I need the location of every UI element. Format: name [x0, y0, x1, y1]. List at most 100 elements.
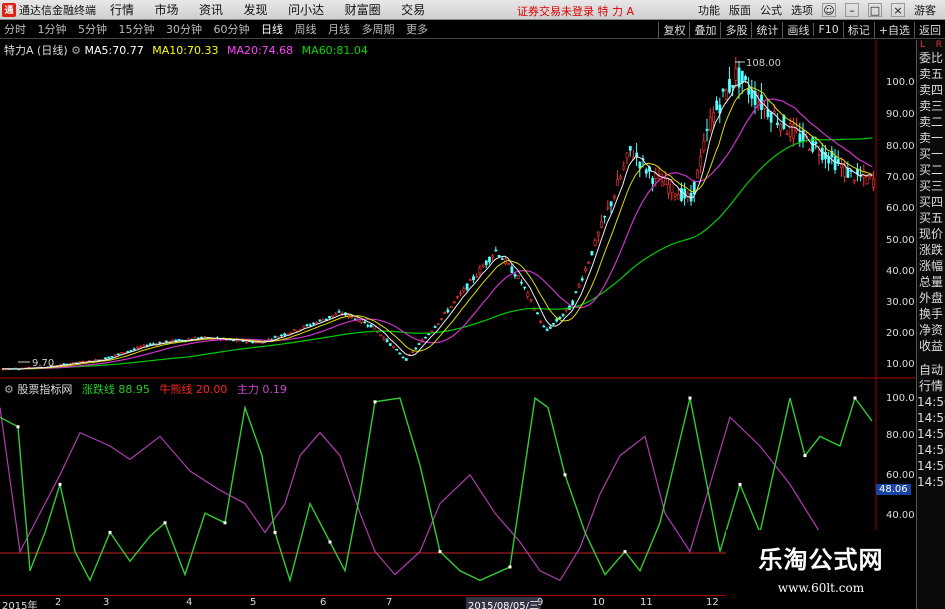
candle-body — [456, 296, 459, 298]
sidebar-item[interactable]: 卖五 — [917, 66, 945, 82]
sidebar-item[interactable]: 买三 — [917, 178, 945, 194]
sidebar-item[interactable]: 换手 — [917, 306, 945, 322]
candle-body — [414, 347, 418, 350]
candle-body — [113, 354, 117, 357]
sidebar-item[interactable]: 委比 — [917, 50, 945, 66]
candle-body — [324, 318, 328, 321]
rise-fall-label: 涨跌线 — [81, 383, 115, 396]
indicator-name[interactable]: 股票指标网 — [17, 383, 72, 396]
signal-dot — [328, 540, 332, 544]
candle-body — [776, 122, 779, 126]
sidebar-item[interactable]: 买二 — [917, 162, 945, 178]
date-label: 12 — [706, 597, 719, 608]
sidebar-right-toggle[interactable]: R — [936, 40, 942, 50]
candle-body — [667, 184, 671, 194]
chart-canvas[interactable]: 108.00 9.70 — [0, 0, 916, 609]
sidebar-item[interactable]: 卖四 — [917, 82, 945, 98]
high-label: 108.00 — [746, 58, 781, 69]
candle-body — [526, 292, 530, 297]
candle-body — [817, 154, 821, 156]
sidebar-item[interactable]: 14:50 — [917, 394, 945, 410]
ma20-label: MA20: — [226, 44, 262, 57]
ma5-value: 70.77 — [112, 44, 144, 57]
rise-fall-value: 88.95 — [118, 383, 150, 396]
settings-icon[interactable]: ⚙ — [71, 44, 81, 57]
sidebar-item[interactable]: 买四 — [917, 194, 945, 210]
ma60-value: 81.04 — [336, 44, 368, 57]
sidebar-item[interactable]: 14:50 — [917, 458, 945, 474]
main-force-label: 主力 — [236, 383, 259, 396]
sidebar-item[interactable]: 涨跌 — [917, 242, 945, 258]
date-label: 2 — [55, 597, 62, 608]
date-label: 4 — [186, 597, 193, 608]
sidebar-left-toggle[interactable]: L — [920, 40, 925, 50]
signal-dot — [108, 530, 112, 534]
candle-body — [334, 313, 338, 316]
sidebar-item[interactable]: 涨幅 — [917, 258, 945, 274]
candle-body — [382, 337, 386, 340]
sidebar-item[interactable]: 卖二 — [917, 114, 945, 130]
candle-body — [203, 336, 207, 338]
candle-body — [478, 267, 482, 274]
candle-body — [468, 279, 472, 281]
candle-body — [680, 188, 683, 201]
sidebar-item[interactable]: 总量 — [917, 274, 945, 290]
date-label: 10 — [592, 597, 605, 608]
sidebar-item[interactable]: 卖一 — [917, 130, 945, 146]
indicator-tick: 80.00 — [886, 430, 915, 441]
candle-body — [462, 288, 466, 292]
sidebar-item[interactable]: 净资 — [917, 322, 945, 338]
candle-body — [424, 336, 427, 339]
candle-body — [852, 179, 856, 183]
sidebar-item[interactable]: 外盘 — [917, 290, 945, 306]
indicator-tick: 60.00 — [886, 470, 915, 481]
date-label: 3 — [103, 597, 110, 608]
candle-body — [366, 325, 370, 327]
candle-body — [728, 79, 731, 93]
sidebar-list: 委比 卖五 卖四 卖三 卖二 卖一 买一 买二 买三 买四 买五 现价 涨跌 涨幅 总量 外盘 换手 净资 收益自动… — [917, 50, 945, 490]
crosshair-value-tag: 48.06 — [876, 484, 911, 495]
candle-body — [280, 334, 283, 337]
candle-body — [625, 152, 629, 159]
watermark-url: www.60lt.com — [777, 581, 865, 595]
candle-body — [715, 100, 719, 110]
price-tick: 60.00 — [886, 203, 915, 214]
user-label[interactable]: 游客 — [914, 2, 936, 18]
sidebar-item[interactable]: 行情 — [917, 378, 945, 394]
price-tick: 100.0 — [886, 77, 915, 88]
sidebar-item[interactable]: 卖三 — [917, 98, 945, 114]
main-force-value: 0.19 — [262, 383, 287, 396]
candle-body — [459, 292, 463, 295]
candle-body — [433, 326, 437, 328]
candle-body — [472, 276, 475, 281]
candle-body — [363, 321, 367, 324]
candle-body — [814, 141, 818, 145]
sidebar-item[interactable]: 现价 — [917, 226, 945, 242]
sidebar-item[interactable]: 14:50 — [917, 410, 945, 426]
candle-body — [292, 328, 296, 331]
ma20-value: 74.68 — [261, 44, 294, 57]
candle-body — [452, 301, 456, 303]
candle-body — [395, 348, 399, 351]
candle-body — [500, 258, 504, 260]
candle-body — [619, 176, 623, 179]
indicator-settings-icon[interactable]: ⚙ — [4, 383, 14, 396]
sidebar-item[interactable]: 收益 — [917, 338, 945, 354]
sidebar-item[interactable]: 14:50 — [917, 474, 945, 490]
candle-body — [555, 318, 559, 322]
candle-body — [552, 323, 555, 325]
candle-body — [481, 265, 485, 268]
candle-body — [302, 325, 306, 329]
low-label: 9.70 — [32, 358, 54, 369]
sidebar-item[interactable]: 买一 — [917, 146, 945, 162]
sidebar-lr[interactable]: L R — [917, 40, 945, 50]
date-label: 11 — [640, 597, 653, 608]
candle-body — [571, 300, 575, 305]
sidebar-item[interactable]: 买五 — [917, 210, 945, 226]
ma60-label: MA60: — [301, 44, 337, 57]
candle-body — [164, 340, 168, 343]
sidebar-item[interactable]: 14:50 — [917, 426, 945, 442]
tool-back[interactable]: 返回 — [914, 21, 945, 38]
sidebar-item[interactable]: 自动 — [917, 362, 945, 378]
sidebar-item[interactable]: 14:50 — [917, 442, 945, 458]
